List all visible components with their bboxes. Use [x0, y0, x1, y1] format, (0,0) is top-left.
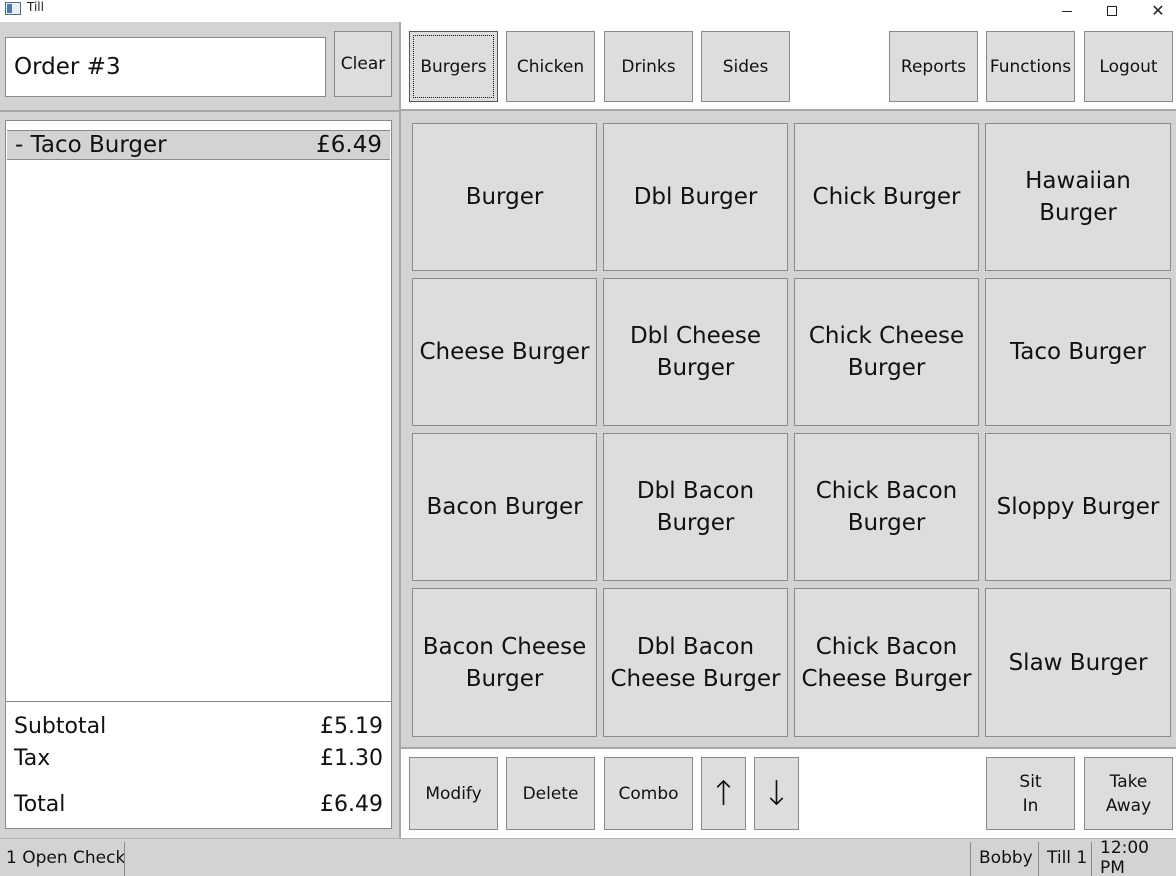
menu-item-dbl-burger[interactable]: Dbl Burger: [603, 123, 788, 271]
status-bar: 1 Open Check Bobby Till 1 12:00 PM: [0, 838, 1176, 876]
order-title: Order #3: [14, 54, 121, 80]
category-bar-divider: [401, 109, 1176, 111]
total-value: £6.49: [320, 792, 383, 817]
category-tab-drinks[interactable]: Drinks: [604, 31, 693, 102]
menu-item-chick-cheese-burger[interactable]: Chick Cheese Burger: [794, 278, 979, 426]
category-tab-chicken[interactable]: Chicken: [506, 31, 595, 102]
sit-in-label-line2: In: [1022, 795, 1039, 816]
menu-item-dbl-bacon-burger[interactable]: Dbl Bacon Burger: [603, 433, 788, 581]
menu-item-bacon-cheese-burger[interactable]: Bacon Cheese Burger: [412, 588, 597, 737]
order-totals: Subtotal £5.19 Tax £1.30 Total £6.49: [6, 701, 391, 828]
arrow-up-icon: ↑: [709, 773, 738, 814]
app-icon: [5, 2, 21, 15]
left-header-divider: [0, 110, 400, 112]
menu-item-chick-bacon-burger[interactable]: Chick Bacon Burger: [794, 433, 979, 581]
main-vertical-divider: [399, 22, 401, 838]
menu-item-bacon-burger[interactable]: Bacon Burger: [412, 433, 597, 581]
close-window-button[interactable]: ✕: [1135, 0, 1176, 22]
take-away-label-line1: Take: [1109, 771, 1148, 792]
maximize-icon: [1107, 6, 1117, 16]
minimize-button[interactable]: [1044, 0, 1090, 22]
open-checks-status: 1 Open Check: [6, 848, 126, 868]
till-client-area: Order #3 Clear - Taco Burger £6.49 Subto…: [0, 22, 1176, 838]
menu-item-slaw-burger[interactable]: Slaw Burger: [985, 588, 1171, 737]
category-tab-burgers[interactable]: Burgers: [409, 31, 498, 102]
user-status: Bobby: [979, 848, 1033, 868]
subtotal-line: Subtotal £5.19: [14, 714, 383, 739]
menu-item-dbl-bacon-cheese-burger[interactable]: Dbl Bacon Cheese Burger: [603, 588, 788, 737]
menu-item-sloppy-burger[interactable]: Sloppy Burger: [985, 433, 1171, 581]
status-separator: [1038, 842, 1039, 876]
till-status: Till 1: [1047, 848, 1088, 868]
subtotal-value: £5.19: [320, 714, 383, 739]
logout-button[interactable]: Logout: [1084, 31, 1173, 102]
close-icon: ✕: [1151, 1, 1165, 20]
order-item-name: - Taco Burger: [15, 132, 167, 158]
order-list[interactable]: - Taco Burger £6.49 Subtotal £5.19 Tax £…: [5, 120, 392, 829]
arrow-down-icon: ↓: [762, 773, 791, 814]
combo-button[interactable]: Combo: [604, 757, 693, 830]
take-away-label-line2: Away: [1105, 795, 1152, 816]
tax-value: £1.30: [320, 746, 383, 771]
order-item-price: £6.49: [316, 132, 382, 158]
tax-line: Tax £1.30: [14, 746, 383, 771]
time-status: 12:00 PM: [1100, 838, 1149, 876]
tax-label: Tax: [14, 746, 51, 771]
status-separator: [970, 842, 971, 876]
total-line: Total £6.49: [14, 792, 383, 817]
title-bar: Till ✕: [0, 0, 1176, 22]
sit-in-label-line1: Sit: [1019, 771, 1042, 792]
status-separator: [1091, 842, 1092, 876]
subtotal-label: Subtotal: [14, 714, 107, 739]
delete-button[interactable]: Delete: [506, 757, 595, 830]
sit-in-button[interactable]: Sit In: [986, 757, 1075, 830]
menu-item-burger[interactable]: Burger: [412, 123, 597, 271]
order-line-item[interactable]: - Taco Burger £6.49: [7, 130, 390, 160]
order-title-field: Order #3: [5, 37, 326, 97]
status-separator: [124, 842, 125, 876]
functions-button[interactable]: Functions: [986, 31, 1075, 102]
window-title: Till: [27, 0, 44, 14]
maximize-button[interactable]: [1089, 0, 1135, 22]
menu-item-taco-burger[interactable]: Taco Burger: [985, 278, 1171, 426]
menu-item-hawaiian-burger[interactable]: Hawaiian Burger: [985, 123, 1171, 271]
menu-item-chick-burger[interactable]: Chick Burger: [794, 123, 979, 271]
menu-item-chick-bacon-cheese-burger[interactable]: Chick Bacon Cheese Burger: [794, 588, 979, 737]
move-up-button[interactable]: ↑: [701, 757, 746, 830]
menu-item-dbl-cheese-burger[interactable]: Dbl Cheese Burger: [603, 278, 788, 426]
total-label: Total: [14, 792, 66, 817]
category-tab-sides[interactable]: Sides: [701, 31, 790, 102]
clear-order-button[interactable]: Clear: [334, 31, 392, 97]
reports-button[interactable]: Reports: [889, 31, 978, 102]
modify-button[interactable]: Modify: [409, 757, 498, 830]
take-away-button[interactable]: Take Away: [1084, 757, 1173, 830]
move-down-button[interactable]: ↓: [754, 757, 799, 830]
minimize-icon: [1062, 10, 1072, 12]
menu-item-cheese-burger[interactable]: Cheese Burger: [412, 278, 597, 426]
